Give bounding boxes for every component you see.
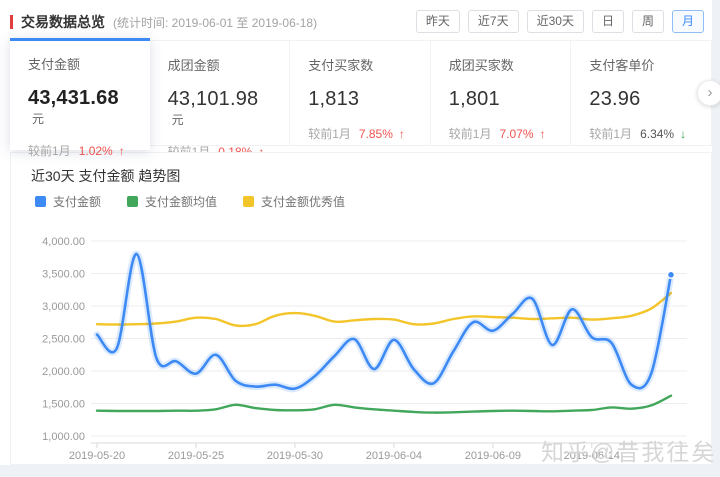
compare-label: 较前1月 bbox=[589, 125, 632, 142]
stat-value: 1,801 bbox=[449, 88, 500, 110]
stat-value-row: 1,801 bbox=[449, 88, 553, 111]
endpoint-dot bbox=[668, 271, 675, 278]
legend-item-excellent[interactable]: 支付金额优秀值 bbox=[243, 193, 345, 210]
legend-label: 支付金额 bbox=[53, 193, 101, 210]
line-series-0-halo bbox=[97, 254, 671, 389]
x-axis-label: 2019-05-20 bbox=[69, 450, 125, 461]
stat-cards-row: 支付金额 43,431.68元 较前1月 1.02% ↑ 成团金额 43,101… bbox=[10, 40, 712, 146]
last30days-button[interactable]: 近30天 bbox=[527, 10, 584, 33]
date-range-filters: 昨天 近7天 近30天 日 周 月 bbox=[416, 10, 704, 33]
carousel-next-button[interactable]: › bbox=[697, 80, 720, 106]
stat-value-row: 43,101.98 元 bbox=[168, 88, 272, 129]
header: 交易数据总览 (统计时间: 2019-06-01 至 2019-06-18) 昨… bbox=[10, 10, 704, 38]
y-axis-label: 1,500.00 bbox=[42, 399, 85, 411]
stat-title: 成团金额 bbox=[168, 55, 272, 74]
delta-value: 7.07% bbox=[499, 127, 533, 141]
stat-card-pay-amount[interactable]: 支付金额 43,431.68元 较前1月 1.02% ↑ bbox=[10, 38, 150, 150]
legend-item-average[interactable]: 支付金额均值 bbox=[127, 193, 217, 210]
dashboard-page: 交易数据总览 (统计时间: 2019-06-01 至 2019-06-18) 昨… bbox=[0, 0, 720, 477]
legend-label: 支付金额均值 bbox=[145, 193, 217, 210]
legend-swatch-green bbox=[127, 196, 138, 207]
legend-swatch-yellow bbox=[243, 196, 254, 207]
stat-title: 支付客单价 bbox=[589, 55, 693, 74]
stat-value: 43,101.98 bbox=[168, 88, 259, 110]
y-axis-label: 4,000.00 bbox=[42, 236, 85, 248]
stat-delta-row: 较前1月 1.02% ↑ bbox=[28, 142, 132, 159]
stat-card-group-buyers[interactable]: 成团买家数 1,801 较前1月 7.07% ↑ bbox=[431, 40, 572, 146]
month-button[interactable]: 月 bbox=[672, 10, 704, 33]
y-axis-label: 2,500.00 bbox=[42, 334, 85, 346]
x-axis-label: 2019-06-14 bbox=[564, 450, 620, 461]
y-axis-label: 1,000.00 bbox=[42, 431, 85, 443]
trend-up-icon: ↑ bbox=[399, 127, 405, 141]
x-axis-label: 2019-06-09 bbox=[465, 450, 521, 461]
trend-up-icon: ↑ bbox=[540, 127, 546, 141]
trend-chart-svg: 4,000.00 3,500.00 3,000.00 2,500.00 2,000.00… bbox=[21, 233, 701, 461]
stat-card-group-amount[interactable]: 成团金额 43,101.98元 较前1月 0.18% ↑ bbox=[150, 40, 291, 146]
title-accent-bar bbox=[10, 15, 13, 29]
yesterday-button[interactable]: 昨天 bbox=[416, 10, 460, 33]
stat-value: 23.96 bbox=[589, 88, 640, 110]
stat-delta-row: 较前1月 7.07% ↑ bbox=[449, 125, 553, 142]
x-axis-label: 2019-05-30 bbox=[267, 450, 323, 461]
stat-value-row: 23.96 bbox=[589, 88, 693, 111]
chart-title: 近30天 支付金额 趋势图 bbox=[31, 166, 180, 186]
trend-up-icon: ↑ bbox=[119, 144, 125, 158]
page-title: 交易数据总览 bbox=[21, 12, 105, 32]
stat-time-subtitle: (统计时间: 2019-06-01 至 2019-06-18) bbox=[113, 14, 317, 31]
x-axis-label: 2019-05-25 bbox=[168, 450, 224, 461]
day-button[interactable]: 日 bbox=[592, 10, 624, 33]
legend-label: 支付金额优秀值 bbox=[261, 193, 345, 210]
y-axis-label: 2,000.00 bbox=[42, 366, 85, 378]
trend-down-icon: ↓ bbox=[680, 127, 686, 141]
delta-value: 7.85% bbox=[359, 127, 393, 141]
y-axis-label: 3,000.00 bbox=[42, 301, 85, 313]
stat-value: 1,813 bbox=[308, 88, 359, 110]
stat-card-pay-buyers[interactable]: 支付买家数 1,813 较前1月 7.85% ↑ bbox=[290, 40, 431, 146]
stat-title: 成团买家数 bbox=[449, 55, 553, 74]
stat-title: 支付买家数 bbox=[308, 55, 412, 74]
x-axis-label: 2019-06-04 bbox=[366, 450, 422, 461]
delta-value: 1.02% bbox=[79, 144, 113, 158]
chart-legend: 支付金额 支付金额均值 支付金额优秀值 bbox=[35, 193, 345, 210]
delta-value: 6.34% bbox=[640, 127, 674, 141]
line-series-1 bbox=[97, 396, 671, 413]
stat-value-row: 1,813 bbox=[308, 88, 412, 111]
y-axis-label: 3,500.00 bbox=[42, 269, 85, 281]
stat-value: 43,431.68 bbox=[28, 87, 119, 109]
last7days-button[interactable]: 近7天 bbox=[468, 10, 519, 33]
compare-label: 较前1月 bbox=[449, 125, 492, 142]
stat-unit: 元 bbox=[172, 113, 184, 127]
stat-delta-row: 较前1月 7.85% ↑ bbox=[308, 125, 412, 142]
stat-card-avg-order-value[interactable]: 支付客单价 23.96 较前1月 6.34% ↓ bbox=[571, 40, 712, 146]
compare-label: 较前1月 bbox=[308, 125, 351, 142]
compare-label: 较前1月 bbox=[28, 142, 71, 159]
legend-swatch-blue bbox=[35, 196, 46, 207]
legend-item-pay-amount[interactable]: 支付金额 bbox=[35, 193, 101, 210]
stat-title: 支付金额 bbox=[28, 54, 132, 73]
trend-chart-card: 近30天 支付金额 趋势图 支付金额 支付金额均值 支付金额优秀值 4,000.… bbox=[10, 152, 712, 465]
stat-unit: 元 bbox=[32, 112, 44, 126]
stat-value-row: 43,431.68 元 bbox=[28, 87, 132, 128]
title-group: 交易数据总览 (统计时间: 2019-06-01 至 2019-06-18) bbox=[10, 12, 317, 32]
stat-delta-row: 较前1月 6.34% ↓ bbox=[589, 125, 693, 142]
main-panel: 交易数据总览 (统计时间: 2019-06-01 至 2019-06-18) 昨… bbox=[0, 0, 712, 465]
week-button[interactable]: 周 bbox=[632, 10, 664, 33]
